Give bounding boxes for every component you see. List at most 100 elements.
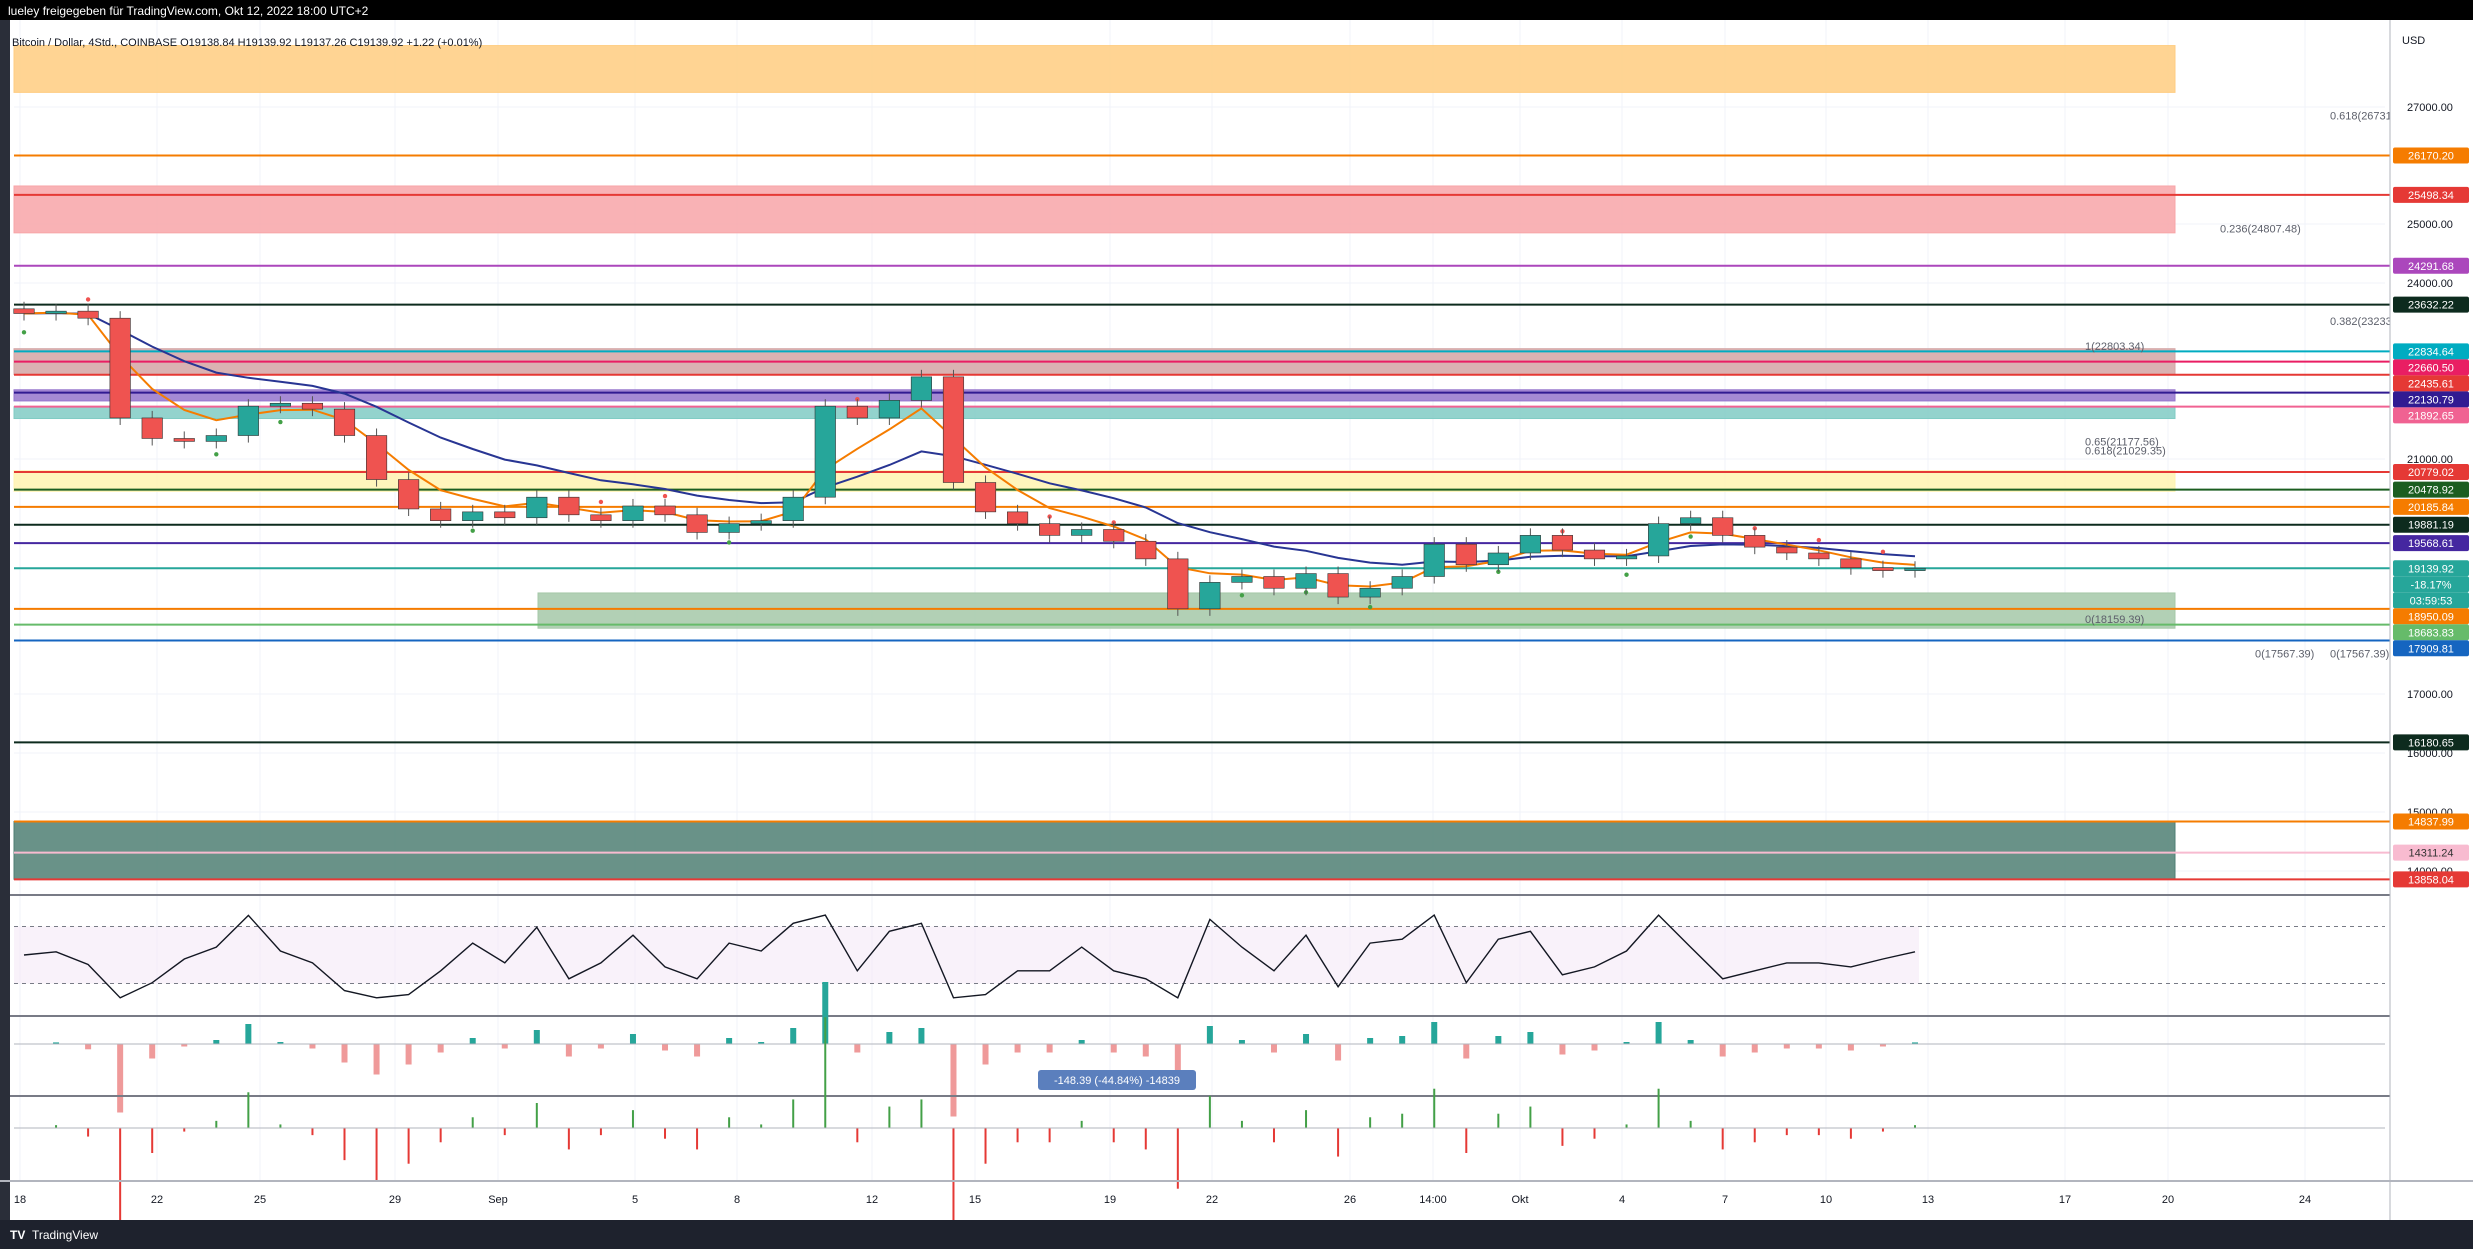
- candle-body: [77, 310, 99, 319]
- macd-hist-bar: [629, 1034, 636, 1045]
- macd-hist-bar: [1014, 1044, 1021, 1053]
- fib-label: 0.236(24807.48): [2220, 223, 2301, 235]
- candle-body: [1423, 543, 1445, 577]
- candle-body: [782, 496, 804, 521]
- candle-body: [1295, 573, 1317, 589]
- price-label-text: 20478.92: [2408, 485, 2454, 497]
- footer-brand: TradingView: [32, 1228, 98, 1242]
- candle-body: [1071, 529, 1093, 536]
- candle-body: [1808, 552, 1830, 560]
- share-text: lueley freigegeben für TradingView.com, …: [8, 4, 369, 18]
- macd-hist-bar: [1110, 1044, 1117, 1053]
- candle-body: [45, 310, 67, 314]
- x-tick-label: 18: [14, 1194, 26, 1206]
- price-zone: [13, 45, 2176, 93]
- sar-dot: [1367, 604, 1373, 610]
- price-label-text: 19568.61: [2408, 538, 2454, 550]
- x-tick-label: 10: [1820, 1194, 1832, 1206]
- fib-label: 0(18159.39): [2085, 614, 2144, 626]
- y-tick-label: 24000.00: [2407, 278, 2453, 290]
- candle-body: [333, 408, 356, 436]
- macd-hist-bar: [1399, 1036, 1406, 1045]
- x-tick-label: 24: [2299, 1194, 2311, 1206]
- candle-body: [1263, 576, 1285, 589]
- x-tick-label: 8: [734, 1194, 740, 1206]
- macd-hist-bar: [886, 1032, 893, 1045]
- macd-hist-bar: [373, 1044, 380, 1075]
- x-tick-label: 15: [969, 1194, 981, 1206]
- candle-body: [1327, 573, 1349, 598]
- price-zone: [13, 470, 2176, 492]
- candle-body: [205, 435, 227, 442]
- candle-body: [1391, 576, 1413, 589]
- candle-body: [1872, 567, 1894, 571]
- candle-body: [558, 496, 580, 516]
- chart-canvas[interactable]: lueley freigegeben für TradingView.com, …: [0, 0, 2473, 1249]
- candle-body: [1680, 517, 1702, 524]
- sar-dot: [1880, 549, 1886, 555]
- candle-body: [1167, 558, 1189, 610]
- candle-body: [173, 438, 195, 442]
- x-tick-label: 17: [2059, 1194, 2071, 1206]
- candle-body: [1007, 511, 1029, 524]
- candle-body: [910, 376, 932, 401]
- symbol-line: Bitcoin / Dollar, 4Std., COINBASE O19138…: [12, 37, 482, 49]
- candle-body: [269, 402, 291, 407]
- x-tick-label: 7: [1722, 1194, 1728, 1206]
- candle-body: [1359, 587, 1381, 598]
- price-label-text: 03:59:53: [2410, 595, 2453, 607]
- price-label-text: 22130.79: [2408, 394, 2454, 406]
- macd-hist-bar: [854, 1044, 861, 1053]
- x-tick-label: Okt: [1511, 1194, 1528, 1206]
- candle-body: [686, 514, 708, 533]
- fib-label: 0(17567.39): [2255, 649, 2314, 661]
- macd-hist-bar: [149, 1044, 156, 1059]
- share-bar: [0, 0, 2473, 20]
- sar-dot: [278, 419, 283, 425]
- x-tick-label: 5: [632, 1194, 638, 1206]
- pane-separator-macd: [10, 1015, 2390, 1017]
- macd-hist-bar: [341, 1044, 348, 1063]
- x-tick-label: 12: [866, 1194, 878, 1206]
- x-tick-label: 14:00: [1419, 1194, 1447, 1206]
- macd-hist-bar: [1847, 1044, 1854, 1051]
- candle-body: [1904, 567, 1926, 571]
- sar-dot: [85, 297, 91, 302]
- macd-hist-bar: [533, 1030, 540, 1045]
- x-tick-label: 22: [1206, 1194, 1218, 1206]
- candle-body: [654, 505, 676, 516]
- macd-hist-bar: [309, 1044, 316, 1049]
- price-label-text: -18.17%: [2411, 579, 2452, 591]
- candle-body: [814, 405, 836, 498]
- price-label-text: 25498.34: [2408, 190, 2454, 202]
- x-tick-label: 29: [389, 1194, 401, 1206]
- candle-body: [1135, 540, 1157, 560]
- macd-hist-bar: [1559, 1044, 1566, 1055]
- x-tick-label: Sep: [488, 1194, 508, 1206]
- macd-hist-bar: [1303, 1034, 1310, 1045]
- pane-separator-rsi: [10, 894, 2390, 896]
- price-label-text: 17909.81: [2408, 643, 2454, 655]
- price-label-text: 24291.68: [2408, 261, 2454, 273]
- y-tick-label: 17000.00: [2407, 689, 2453, 701]
- sar-dot: [726, 540, 732, 545]
- macd-hist-bar: [1142, 1044, 1149, 1057]
- candle-body: [430, 508, 452, 521]
- macd-hist-bar: [1783, 1044, 1790, 1049]
- fib-label: 1(22803.34): [2085, 341, 2144, 353]
- x-tick-label: 4: [1619, 1194, 1625, 1206]
- price-label-text: 13858.04: [2408, 874, 2454, 886]
- macd-hist-bar: [501, 1044, 508, 1049]
- candle-body: [718, 523, 740, 533]
- candle-body: [974, 482, 997, 513]
- macd-hist-bar: [1815, 1044, 1822, 1049]
- macd-hist-bar: [1206, 1026, 1213, 1045]
- candle-body: [1583, 549, 1606, 560]
- candle-body: [1103, 529, 1125, 542]
- price-zone: [13, 185, 2176, 234]
- candle-body: [526, 496, 548, 519]
- candle-body: [1199, 582, 1221, 610]
- price-label-text: 14311.24: [2408, 848, 2453, 860]
- x-tick-label: 13: [1922, 1194, 1934, 1206]
- macd-hist-bar: [1655, 1022, 1662, 1045]
